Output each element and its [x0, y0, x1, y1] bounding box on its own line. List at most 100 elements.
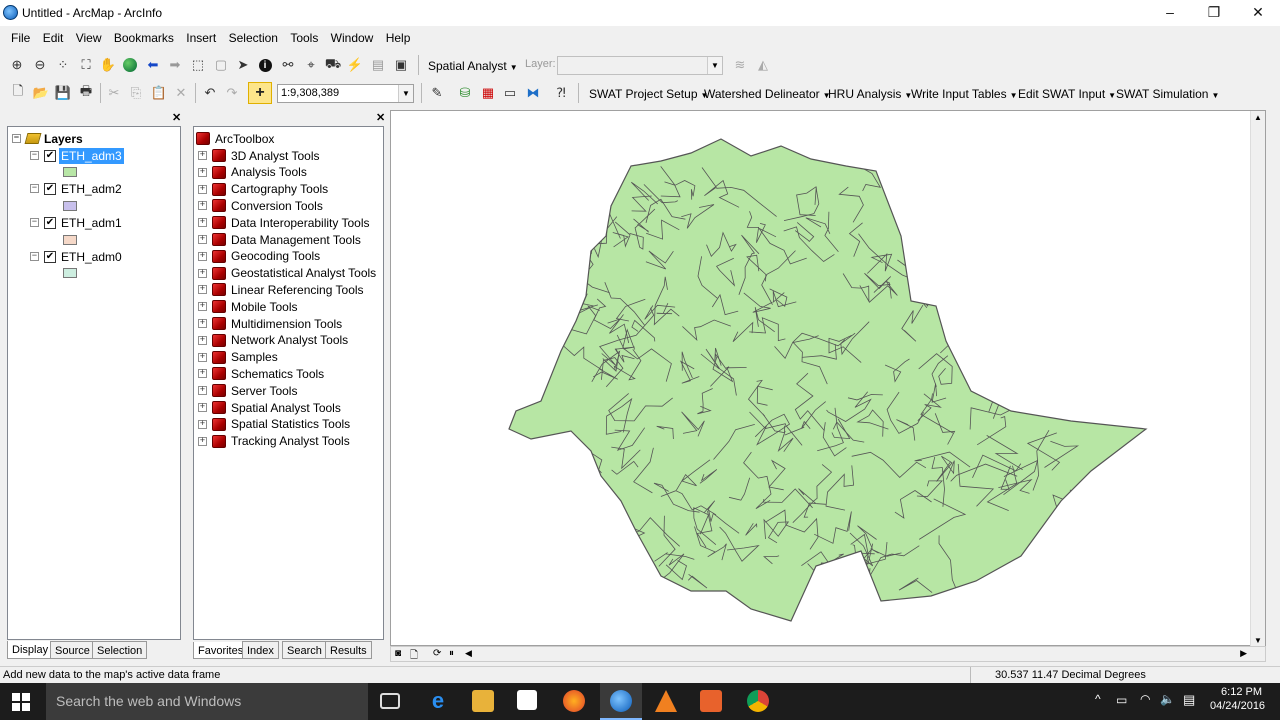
go-to-xy-icon[interactable]: ⌖ — [301, 55, 321, 75]
scroll-right-icon[interactable]: ▶ — [1240, 648, 1247, 659]
wifi-icon[interactable]: ◠ — [1140, 692, 1150, 706]
toolbox-item[interactable]: + Data Management Tools — [198, 231, 361, 248]
expand-icon[interactable]: + — [198, 167, 207, 177]
tab-results[interactable]: Results — [325, 641, 372, 659]
layer-combo[interactable]: ▼ — [557, 56, 723, 75]
expand-icon[interactable]: + — [198, 285, 207, 295]
expand-icon[interactable]: + — [198, 335, 207, 345]
select-elements-pointer-icon[interactable]: ➤ — [233, 55, 253, 75]
scroll-left-icon[interactable]: ◀ — [465, 648, 472, 659]
save-disk-icon[interactable]: 💾 — [53, 83, 73, 103]
data-view-icon[interactable]: ◙ — [395, 648, 401, 659]
layer-symbol-swatch[interactable] — [63, 235, 77, 245]
expand-icon[interactable]: + — [198, 235, 207, 244]
toolbox-item[interactable]: + Mobile Tools — [198, 298, 297, 315]
delete-icon[interactable]: ✕ — [171, 83, 191, 103]
map-view[interactable]: ▲ ▼ — [390, 110, 1267, 647]
pan-hand-icon[interactable]: ✋ — [98, 55, 118, 75]
layer-visibility-checkbox[interactable]: ✔ — [44, 149, 56, 162]
expand-icon[interactable]: + — [198, 218, 207, 228]
pause-drawing-icon[interactable]: ⏸ — [449, 648, 454, 659]
layer-eth-adm0[interactable]: − ✔ ETH_adm0 — [30, 248, 124, 265]
toolbox-item[interactable]: + Analysis Tools — [198, 164, 307, 181]
fixed-zoom-in-icon[interactable]: ⁘ — [53, 55, 73, 75]
tab-selection[interactable]: Selection — [92, 641, 148, 659]
forward-arrow-icon[interactable]: ➡ — [165, 55, 185, 75]
hillshade-icon[interactable]: ◭ — [753, 55, 773, 75]
toolbox-item[interactable]: + Samples — [198, 349, 278, 366]
layer-eth-adm3[interactable]: − ✔ ETH_adm3 — [30, 147, 124, 164]
find-binoculars-icon[interactable]: ⚯ — [278, 55, 298, 75]
firefox-icon[interactable] — [563, 690, 585, 712]
toolbox-item[interactable]: + Geostatistical Analyst Tools — [198, 265, 376, 282]
html-popup-icon[interactable]: ▤ — [368, 55, 388, 75]
layout-view-icon[interactable]: 🗋 — [410, 648, 418, 665]
battery-icon[interactable]: ▭ — [1116, 693, 1127, 707]
expand-icon[interactable]: + — [198, 184, 207, 194]
map-scale-combo[interactable]: 1:9,308,389 ▼ — [277, 84, 414, 103]
map-canvas[interactable] — [391, 111, 1267, 647]
redo-icon[interactable]: ↷ — [222, 83, 242, 103]
hru-analysis-dropdown[interactable]: HRU Analysis ▼ — [828, 87, 912, 101]
expand-icon[interactable]: + — [198, 386, 207, 396]
command-line-icon[interactable]: ▭ — [500, 83, 520, 103]
expand-icon[interactable]: + — [198, 201, 207, 211]
task-view-icon[interactable] — [380, 693, 400, 709]
paste-icon[interactable]: 📋 — [149, 83, 169, 103]
layer-symbol-swatch[interactable] — [63, 167, 77, 177]
layers-root[interactable]: − Layers — [12, 130, 83, 147]
toolbox-item[interactable]: + Spatial Statistics Tools — [198, 416, 350, 433]
toc-close-icon[interactable]: ✕ — [172, 111, 181, 124]
layer-eth-adm2[interactable]: − ✔ ETH_adm2 — [30, 180, 124, 197]
whats-this-help-icon[interactable]: ⁈ — [551, 83, 571, 103]
file-explorer-icon[interactable] — [472, 690, 494, 712]
edit-swat-input-dropdown[interactable]: Edit SWAT Input ▼ — [1018, 87, 1116, 101]
menu-bookmarks[interactable]: Bookmarks — [114, 27, 174, 45]
arctoolbox-root[interactable]: ArcToolbox — [196, 130, 274, 147]
swat-project-setup-dropdown[interactable]: SWAT Project Setup ▼ — [589, 87, 708, 101]
measure-icon[interactable]: ⛟ — [323, 55, 343, 75]
edge-browser-icon[interactable]: e — [427, 690, 449, 712]
layer-symbol-swatch[interactable] — [63, 201, 77, 211]
layer-visibility-checkbox[interactable]: ✔ — [44, 250, 56, 263]
collapse-icon[interactable]: − — [12, 134, 21, 143]
expand-icon[interactable]: + — [198, 302, 207, 312]
arcmap-taskbar-icon[interactable] — [610, 690, 632, 712]
expand-icon[interactable]: + — [198, 403, 207, 412]
tab-index[interactable]: Index — [242, 641, 279, 659]
layer-eth-adm1[interactable]: − ✔ ETH_adm1 — [30, 214, 124, 231]
select-features-icon[interactable]: ⬚ — [188, 55, 208, 75]
toolbox-item[interactable]: +3D Analyst Tools — [198, 147, 320, 164]
expand-icon[interactable]: + — [198, 352, 207, 362]
map-vertical-scrollbar[interactable]: ▲ ▼ — [1250, 111, 1265, 647]
menu-window[interactable]: Window — [331, 27, 374, 45]
toolbox-item[interactable]: + Schematics Tools — [198, 365, 324, 382]
watershed-delineator-dropdown[interactable]: Watershed Delineator ▼ — [704, 87, 831, 101]
layer-visibility-checkbox[interactable]: ✔ — [44, 182, 56, 195]
identify-icon[interactable]: i — [255, 55, 275, 75]
chrome-icon[interactable] — [747, 690, 769, 712]
menu-insert[interactable]: Insert — [186, 27, 216, 45]
toolbox-item[interactable]: + Tracking Analyst Tools — [198, 433, 350, 450]
refresh-icon[interactable]: ⟳ — [433, 648, 441, 659]
model-builder-icon[interactable]: ⧓ — [523, 83, 543, 103]
fixed-zoom-out-icon[interactable]: ⛶ — [76, 55, 96, 75]
menu-file[interactable]: File — [11, 27, 30, 45]
collapse-icon[interactable]: − — [30, 252, 39, 261]
ethiopia-outline[interactable] — [508, 138, 1148, 622]
tab-display[interactable]: Display — [7, 641, 54, 659]
swat-simulation-dropdown[interactable]: SWAT Simulation ▼ — [1116, 87, 1219, 101]
zoom-in-icon[interactable]: ⊕ — [7, 55, 27, 75]
zoom-out-icon[interactable]: ⊖ — [30, 55, 50, 75]
print-icon[interactable]: 🖶 — [76, 83, 96, 103]
tab-source[interactable]: Source — [50, 641, 95, 659]
collapse-icon[interactable]: − — [30, 218, 39, 227]
open-folder-icon[interactable]: 📂 — [31, 83, 51, 103]
arctoolbox-close-icon[interactable]: ✕ — [376, 111, 385, 124]
expand-icon[interactable]: + — [198, 151, 207, 160]
toolbox-item[interactable]: + Server Tools — [198, 382, 297, 399]
write-input-tables-dropdown[interactable]: Write Input Tables ▼ — [911, 87, 1018, 101]
back-arrow-icon[interactable]: ⬅ — [143, 55, 163, 75]
expand-icon[interactable]: + — [198, 436, 207, 446]
menu-edit[interactable]: Edit — [43, 27, 64, 45]
